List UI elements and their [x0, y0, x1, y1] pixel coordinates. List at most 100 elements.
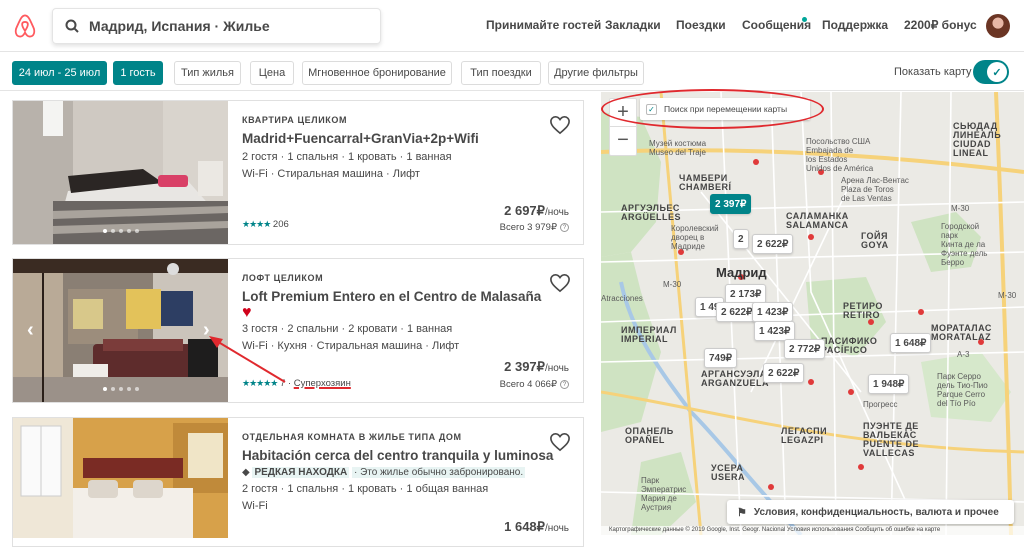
airbnb-logo-icon[interactable]	[12, 13, 38, 39]
listing-title[interactable]: Loft Premium Entero en el Centro de Mala…	[242, 289, 577, 304]
map-label-salamanca: САЛАМАНКА SALAMANCA	[786, 211, 849, 230]
map-label-opanel: ОПАНЕЛЬ OPAÑEL	[625, 426, 674, 445]
map-price-pin[interactable]: 2 173₽	[725, 284, 767, 304]
stars-icon: ★★★★	[242, 219, 271, 229]
listing-title[interactable]: Madrid+Fuencarral+GranVia+2p+Wifi	[242, 131, 577, 146]
room-photo	[13, 418, 228, 538]
nav-messages[interactable]: Сообщения	[742, 18, 811, 32]
nav-host[interactable]: Принимайте гостей	[486, 18, 601, 32]
total-value: Всего 3 979₽	[499, 222, 557, 233]
listing-amenities: Wi-Fi · Стиральная машина · Лифт	[242, 168, 420, 180]
map-label-museo-traje: Музей костюма Museo del Traje	[649, 139, 707, 157]
price-unit: /ночь	[544, 363, 569, 374]
listing-price: 1 648₽/ночь	[504, 519, 569, 535]
map-label-arguelles: АРГУЭЛЬЕС ARGÜELLES	[621, 203, 682, 222]
map-price-pin[interactable]: 2 622₽	[763, 363, 805, 383]
listing-details: 2 гостя · 1 спальня · 1 кровать · 1 обща…	[242, 483, 489, 495]
map-price-pin[interactable]: 1 948₽	[868, 374, 910, 394]
info-icon[interactable]: ?	[560, 222, 569, 232]
nav-trips[interactable]: Поездки	[676, 18, 726, 32]
filter-bar: 24 июл - 25 июл 1 гость Тип жилья Цена М…	[0, 53, 1024, 91]
price-filter[interactable]: Цена	[250, 61, 294, 85]
map-price-pin[interactable]: 1 423₽	[752, 302, 794, 322]
search-icon	[65, 19, 79, 33]
map-price-pin[interactable]: 2 622₽	[752, 234, 794, 254]
heart-icon[interactable]	[549, 432, 571, 452]
map-label-atracciones: Atracciones	[601, 294, 643, 303]
price-value: 1 648₽	[504, 519, 545, 534]
zoom-out-button[interactable]: −	[610, 127, 636, 155]
nav-help[interactable]: Поддержка	[822, 18, 888, 32]
listing-photo[interactable]	[13, 418, 228, 546]
show-map-label: Показать карту	[894, 66, 972, 78]
map-label-chamberi: ЧАМБЕРИ CHAMBERÍ	[679, 173, 732, 192]
map-label-m30: M-30	[951, 204, 970, 213]
map-label-parque-emperatriz: Парк Эмператрис Мария де Аустрия	[641, 476, 687, 512]
price-value: 2 697₽	[504, 203, 545, 218]
listing-card[interactable]: ОТДЕЛЬНАЯ КОМНАТА В ЖИЛЬЕ ТИПА ДОМ Habit…	[12, 417, 584, 547]
map-price-pin[interactable]: 2 397₽	[710, 194, 752, 214]
listing-price: 2 697₽/ночь	[504, 203, 569, 219]
map-price-pin[interactable]: 2	[733, 229, 749, 249]
shield-icon: ⚑	[737, 506, 747, 519]
map-label-usa-embassy: Посольство США Embajada de los Estados U…	[806, 137, 874, 173]
rare-find-badge: РЕДКАЯ НАХОДКА	[252, 467, 350, 478]
map-label-goya: ГОЙЯ GOYA	[861, 231, 889, 250]
map-price-pin[interactable]: 749₽	[704, 348, 738, 368]
nav-credit[interactable]: 2200₽ бонус	[904, 18, 977, 32]
previous-photo-icon[interactable]: ‹	[27, 319, 34, 342]
map-label-m30: M-30	[663, 280, 682, 289]
listing-details: 2 гостя · 1 спальня · 1 кровать · 1 ванн…	[242, 151, 452, 163]
superhost-badge: Суперхозяин	[293, 378, 351, 389]
search-input[interactable]: Мадрид, Испания · Жилье	[89, 18, 270, 34]
map[interactable]: ЧАМБЕРИ CHAMBERÍ Мадрид САЛАМАНКА SALAMA…	[601, 92, 1024, 535]
info-icon[interactable]: ?	[560, 379, 569, 389]
guests-filter[interactable]: 1 гость	[113, 61, 163, 85]
map-label-lineal: СЬЮДАД ЛИНЕАЛЬ CIUDAD LINEAL	[953, 121, 1002, 158]
listing-type: КВАРТИРА ЦЕЛИКОМ	[242, 115, 348, 125]
price-unit: /ночь	[544, 523, 569, 534]
search-bar[interactable]: Мадрид, Испания · Жилье	[52, 8, 381, 44]
map-label-m30: M-30	[998, 291, 1017, 300]
map-price-pin[interactable]: 2 772₽	[784, 339, 826, 359]
map-price-pin[interactable]: 1 423₽	[754, 321, 796, 341]
check-icon: ✓	[987, 62, 1007, 82]
home-type-filter[interactable]: Тип жилья	[174, 61, 241, 85]
total-value: Всего 4 066₽	[499, 379, 557, 390]
annotation-arrow-icon	[209, 336, 286, 383]
photo-pagination[interactable]	[13, 220, 228, 238]
dates-filter[interactable]: 24 июл - 25 июл	[12, 61, 107, 85]
nav-saved[interactable]: Закладки	[605, 18, 661, 32]
heart-icon[interactable]	[549, 115, 571, 135]
map-label-imperial: ИМПЕРИАЛ IMPERIAL	[621, 325, 677, 344]
rare-find-text: · Это жилье обычно забронировано.	[351, 467, 526, 478]
avatar[interactable]	[986, 14, 1010, 38]
map-label-madrid: Мадрид	[716, 265, 767, 280]
trip-type-filter[interactable]: Тип поездки	[461, 61, 541, 85]
legal-button[interactable]: ⚑ Условия, конфиденциальность, валюта и …	[727, 500, 1014, 524]
listing-title[interactable]: Habitación cerca del centro tranquila y …	[242, 448, 577, 463]
more-filters[interactable]: Другие фильтры	[548, 61, 644, 85]
listing-total: Всего 3 979₽?	[500, 222, 569, 233]
heart-icon[interactable]	[549, 273, 571, 293]
legal-text: Условия, конфиденциальность, валюта и пр…	[753, 506, 999, 518]
top-bar: Мадрид, Испания · Жилье Принимайте госте…	[0, 0, 1024, 52]
map-label-arganzuela: АРГАНСУЭЛА ARGANZUELA	[701, 369, 769, 388]
instant-book-filter[interactable]: Мгновенное бронирование	[302, 61, 452, 85]
listing-type: ЛОФТ ЦЕЛИКОМ	[242, 273, 324, 283]
listing-total: Всего 4 066₽?	[500, 379, 569, 390]
map-label-real-palace: Королевский дворец в Мадриде	[671, 224, 719, 251]
map-label-las-ventas: Арена Лас-Вентас Plaza de Toros de Las V…	[841, 176, 909, 203]
listing-type: ОТДЕЛЬНАЯ КОМНАТА В ЖИЛЬЕ ТИПА ДОМ	[242, 432, 462, 442]
review-count: 206	[272, 219, 289, 230]
heart-emoji-icon: ♥	[242, 304, 252, 321]
listing-photo[interactable]	[13, 101, 228, 244]
listing-info: ОТДЕЛЬНАЯ КОМНАТА В ЖИЛЬЕ ТИПА ДОМ Habit…	[242, 432, 577, 512]
listing-card[interactable]: КВАРТИРА ЦЕЛИКОМ Madrid+Fuencarral+GranV…	[12, 100, 584, 245]
diamond-icon: ◆	[242, 467, 250, 478]
rare-find: ◆ РЕДКАЯ НАХОДКА · Это жилье обычно забр…	[242, 467, 577, 478]
map-price-pin[interactable]: 1 648₽	[890, 333, 932, 353]
show-map-toggle[interactable]: ✓	[973, 60, 1009, 84]
listing-amenities: Wi-Fi	[242, 500, 268, 512]
listing-card[interactable]: ‹ › ЛОФТ ЦЕЛИКОМ Loft Premium Entero en …	[12, 258, 584, 403]
